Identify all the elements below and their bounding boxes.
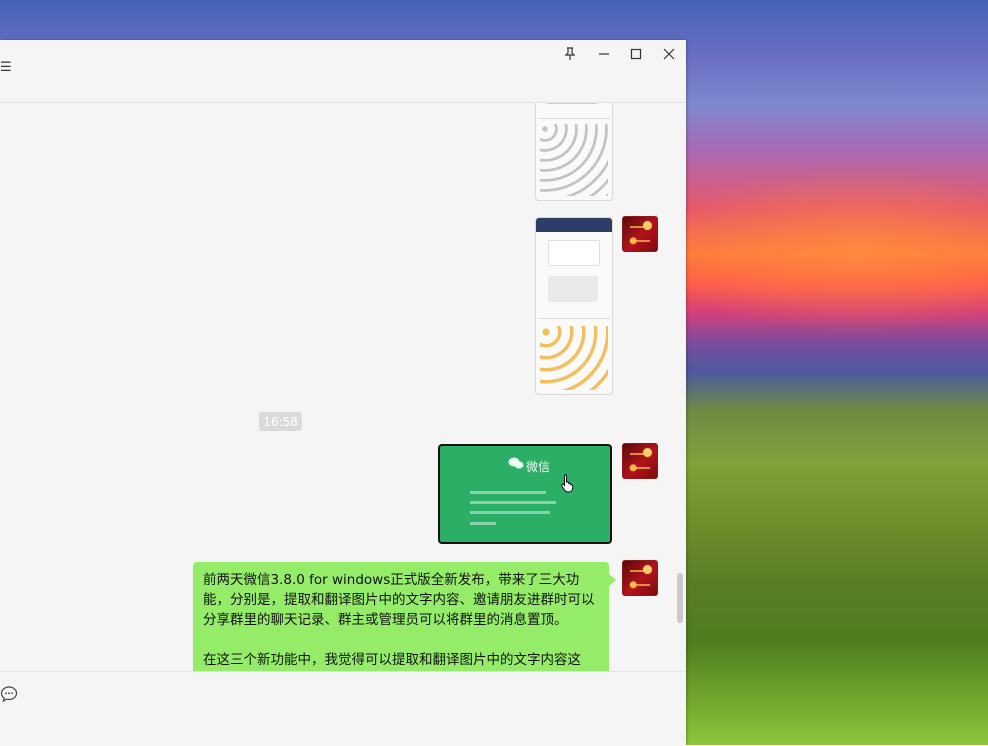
image-file-card	[548, 240, 600, 266]
wechat-logo-icon	[508, 457, 524, 469]
timestamp: 16:58	[259, 412, 302, 431]
card-line	[470, 501, 556, 504]
card-title: 微信	[526, 460, 551, 474]
hand-cursor-icon	[561, 474, 574, 493]
image-header	[536, 218, 612, 232]
pin-icon[interactable]	[554, 43, 586, 65]
card-line	[470, 511, 550, 514]
emoji-grid-image	[540, 124, 608, 196]
menu-icon[interactable]: ☰	[0, 60, 12, 75]
message-text: 前两天微信3.8.0 for windows正式版全新发布，带来了三大功能，分别…	[203, 572, 595, 668]
close-icon[interactable]	[653, 43, 685, 65]
chat-history-icon[interactable]	[0, 685, 18, 703]
maximize-icon[interactable]	[620, 43, 652, 65]
avatar[interactable]	[622, 443, 658, 479]
image-preview-bar	[546, 103, 598, 104]
input-toolbar	[0, 671, 686, 746]
emoji-grid-image	[540, 326, 608, 390]
text-message-bubble[interactable]: 前两天微信3.8.0 for windows正式版全新发布，带来了三大功能，分别…	[193, 562, 616, 671]
title-bar: ☰	[0, 40, 686, 103]
card-line	[470, 491, 546, 494]
image-preview-block	[548, 276, 598, 302]
avatar[interactable]	[622, 560, 658, 596]
image-message[interactable]	[535, 103, 613, 201]
wechat-window: ☰ 16:58 微信 前两天微信3.8.0 for windows正式版全新发布…	[0, 40, 686, 746]
chat-area[interactable]: 16:58 微信 前两天微信3.8.0 for windows正式版全新发布，带…	[0, 103, 686, 671]
card-line	[470, 522, 496, 525]
image-message[interactable]	[535, 217, 613, 395]
scrollbar-thumb[interactable]	[677, 573, 683, 623]
image-input-line	[538, 112, 610, 119]
avatar[interactable]	[622, 216, 658, 252]
minimize-icon[interactable]	[588, 43, 620, 65]
link-card-message[interactable]: 微信	[438, 444, 612, 544]
image-input-line	[538, 312, 610, 319]
